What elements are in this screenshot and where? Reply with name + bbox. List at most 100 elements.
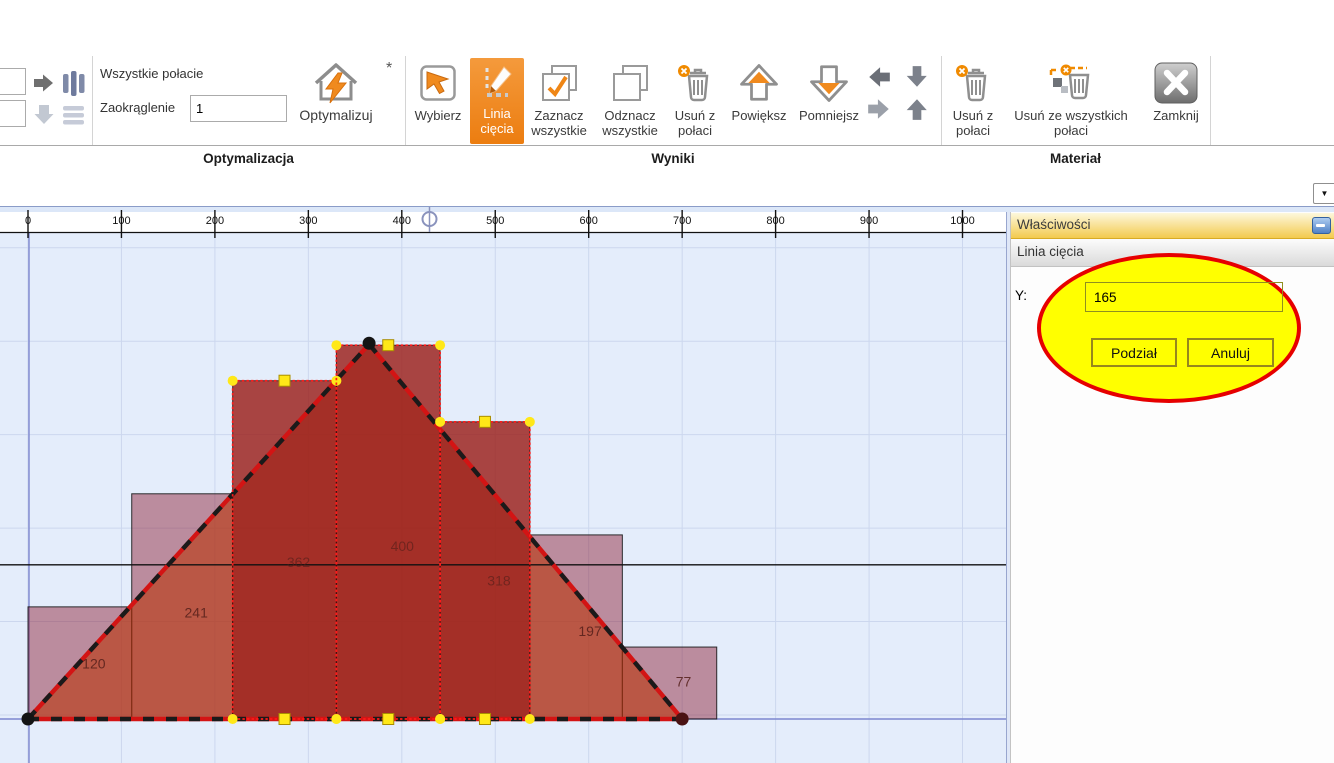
bar-value-label: 400: [391, 538, 415, 554]
optimize-button[interactable]: Optymalizuj: [288, 58, 384, 123]
y-coordinate-label: Y:: [1015, 288, 1027, 303]
pan-arrows: [866, 64, 936, 126]
bar-value-label: 120: [82, 656, 106, 672]
selection-corner-handle[interactable]: [331, 714, 341, 724]
ruler-tick-label: 100: [112, 215, 130, 227]
ruler-tick-label: 700: [673, 215, 691, 227]
selection-corner-handle[interactable]: [525, 714, 535, 724]
select-tool-button[interactable]: Wybierz: [408, 58, 468, 123]
panel-dropdown-button[interactable]: ▼: [1313, 183, 1334, 204]
pan-down-button[interactable]: [904, 64, 932, 92]
zoom-out-button[interactable]: Pomniejsz: [793, 58, 865, 123]
panel-section-title: Linia cięcia: [1017, 244, 1084, 259]
selection-corner-handle[interactable]: [228, 714, 238, 724]
trash-x-icon: [955, 64, 991, 102]
selection-mid-handle[interactable]: [383, 714, 394, 725]
selection-mid-handle[interactable]: [479, 714, 490, 725]
bar-value-label: 318: [487, 572, 511, 588]
close-x-icon: [1154, 62, 1198, 104]
panel-minimize-button[interactable]: [1312, 217, 1331, 234]
group-title-material: Materiał: [941, 151, 1210, 166]
optimize-label: Optymalizuj: [288, 108, 384, 123]
big-arrow-up-icon: [739, 63, 779, 103]
selection-corner-handle[interactable]: [435, 340, 445, 350]
toolbar-input-top[interactable]: [0, 68, 26, 95]
ruler-tick-label: 600: [580, 215, 598, 227]
ribbon-underline: [0, 145, 1334, 146]
ruler-tick-label: 400: [393, 215, 411, 227]
rounding-label: Zaokrąglenie: [100, 100, 175, 115]
deselect-all-button[interactable]: Odznacz wszystkie: [595, 58, 665, 138]
move-right-button[interactable]: [32, 72, 56, 97]
arrow-up-icon: [904, 96, 930, 122]
arrow-right-icon: [32, 72, 56, 94]
selection-corner-handle[interactable]: [435, 417, 445, 427]
rows-layout-button[interactable]: [62, 104, 86, 129]
group-title-optymalizacja: Optymalizacja: [92, 151, 405, 166]
zoom-in-button[interactable]: Powiększ: [727, 58, 791, 123]
ruler-tick-label: 200: [206, 215, 224, 227]
remove-from-all-slopes-button[interactable]: Usuń ze wszystkich połaci: [1004, 58, 1138, 138]
all-slopes-label: Wszystkie połacie: [100, 66, 203, 81]
selection-mid-handle[interactable]: [383, 340, 394, 351]
selection-corner-handle[interactable]: [228, 376, 238, 386]
arrow-left-icon: [866, 64, 892, 90]
profile-point-left[interactable]: [22, 713, 35, 726]
selection-mid-handle[interactable]: [279, 375, 290, 386]
trash-x-icon: [677, 64, 713, 102]
remove-from-slope-button[interactable]: Usuń z połaci: [666, 58, 724, 138]
profile-point-apex[interactable]: [363, 337, 376, 350]
profile-point-right[interactable]: [676, 713, 689, 726]
histogram-bar-selected[interactable]: [336, 345, 440, 719]
design-canvas[interactable]: 0100200300400500600700800900100012024136…: [0, 206, 1006, 763]
cut-line-tool-button[interactable]: Linia cięcia: [470, 58, 524, 144]
properties-panel: Właściwości Linia cięcia Y: Podział Anul…: [1010, 212, 1334, 763]
group-separator: [941, 56, 942, 146]
selection-mid-handle[interactable]: [479, 416, 490, 427]
selection-corner-handle[interactable]: [525, 417, 535, 427]
group-separator: [405, 56, 406, 146]
arrow-right-icon: [866, 96, 892, 122]
selection-corner-handle[interactable]: [435, 714, 445, 724]
highlight-ellipse: [1037, 253, 1301, 403]
ruler-tick-label: 900: [860, 215, 878, 227]
pan-up-button[interactable]: [904, 96, 932, 124]
check-all-icon: [540, 64, 578, 102]
panel-header: Właściwości: [1011, 213, 1334, 239]
columns-icon: [62, 70, 86, 96]
pan-left-button[interactable]: [866, 64, 894, 92]
arrow-down-icon: [904, 64, 930, 90]
ruler-tick-label: 300: [299, 215, 317, 227]
arrow-down-icon: [32, 103, 56, 127]
close-button[interactable]: Zamknij: [1144, 58, 1208, 123]
ruler-tick-label: 1000: [950, 215, 974, 227]
bar-value-label: 197: [578, 623, 602, 639]
ruler-tick-label: 500: [486, 215, 504, 227]
remove-from-slope-material-button[interactable]: Usuń z połaci: [944, 58, 1002, 138]
cut-line-knife-icon: [480, 65, 514, 101]
bar-value-label: 77: [676, 674, 692, 690]
select-cursor-icon: [420, 65, 456, 101]
selection-corner-handle[interactable]: [331, 340, 341, 350]
ruler-tick-label: 0: [25, 215, 31, 227]
chevron-down-icon: ▼: [1321, 189, 1329, 198]
y-coordinate-input[interactable]: [1085, 282, 1283, 312]
histogram-bar-selected[interactable]: [233, 381, 337, 719]
selection-mid-handle[interactable]: [279, 714, 290, 725]
rounding-input[interactable]: [190, 95, 287, 122]
panel-title: Właściwości: [1017, 217, 1091, 232]
columns-layout-button[interactable]: [62, 70, 86, 99]
histogram-bar-selected[interactable]: [440, 422, 530, 719]
optimize-house-icon: [313, 59, 359, 107]
pan-right-button[interactable]: [866, 96, 894, 124]
rows-icon: [62, 104, 86, 126]
big-arrow-down-icon: [809, 63, 849, 103]
trash-all-icon: [1049, 64, 1093, 102]
split-button[interactable]: Podział: [1091, 338, 1177, 367]
group-title-wyniki: Wyniki: [405, 151, 941, 166]
toolbar-input-bottom[interactable]: [0, 100, 26, 127]
select-all-button[interactable]: Zaznacz wszystkie: [526, 58, 592, 138]
move-down-button[interactable]: [32, 103, 56, 130]
dirty-marker: *: [386, 60, 392, 78]
cancel-button[interactable]: Anuluj: [1187, 338, 1274, 367]
